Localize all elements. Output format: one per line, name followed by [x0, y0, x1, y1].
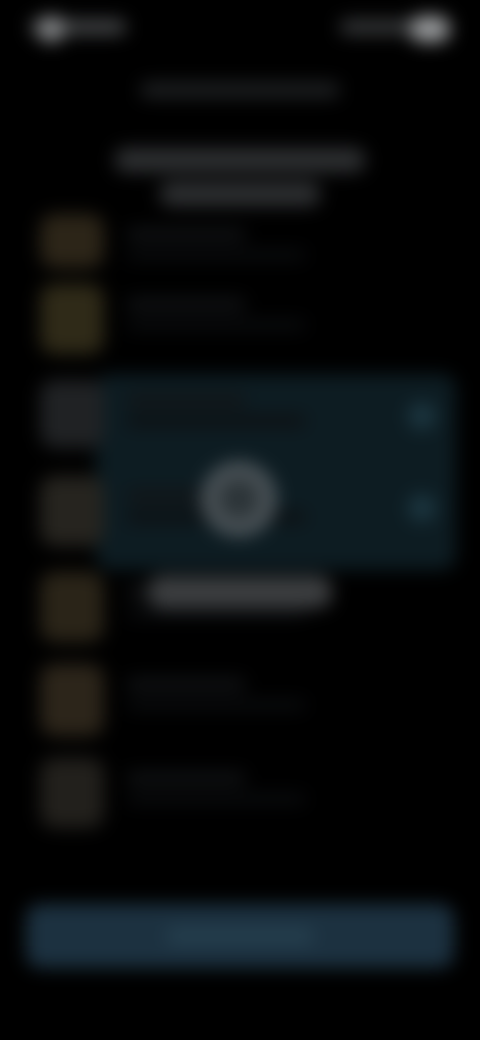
item-subtitle — [126, 320, 306, 330]
item-subtitle — [126, 794, 306, 804]
continue-button[interactable] — [26, 904, 454, 968]
ring-icon — [202, 462, 276, 536]
item-subtitle — [126, 416, 306, 426]
list-item[interactable] — [30, 214, 450, 286]
list-item[interactable] — [30, 758, 450, 830]
item-thumbnail — [40, 380, 104, 448]
status-bar — [30, 14, 450, 46]
item-thumbnail — [40, 284, 104, 354]
item-title — [126, 298, 246, 310]
item-subtitle — [126, 250, 306, 260]
item-thumbnail — [40, 214, 104, 268]
item-title — [126, 678, 246, 690]
ring-icon-center — [224, 484, 254, 514]
list-item[interactable] — [30, 664, 450, 736]
battery-icon — [410, 16, 450, 42]
continue-button-label — [166, 928, 314, 944]
page-subtitle — [140, 82, 340, 98]
item-thumbnail — [40, 758, 104, 828]
list-item[interactable] — [30, 284, 450, 356]
item-thumbnail — [40, 664, 104, 736]
notification-dot-icon — [38, 16, 64, 42]
item-thumbnail — [40, 572, 104, 642]
item-subtitle — [126, 700, 306, 710]
item-title — [126, 228, 246, 240]
item-title — [126, 394, 246, 406]
item-thumbnail — [40, 476, 104, 546]
page-title — [110, 148, 370, 220]
blurred-screen — [0, 0, 480, 1040]
item-title — [126, 772, 246, 784]
item-subtitle — [126, 608, 306, 618]
list-item[interactable] — [30, 380, 450, 452]
center-label — [148, 576, 332, 608]
page-title-line — [115, 148, 365, 172]
page-title-line — [160, 182, 320, 206]
